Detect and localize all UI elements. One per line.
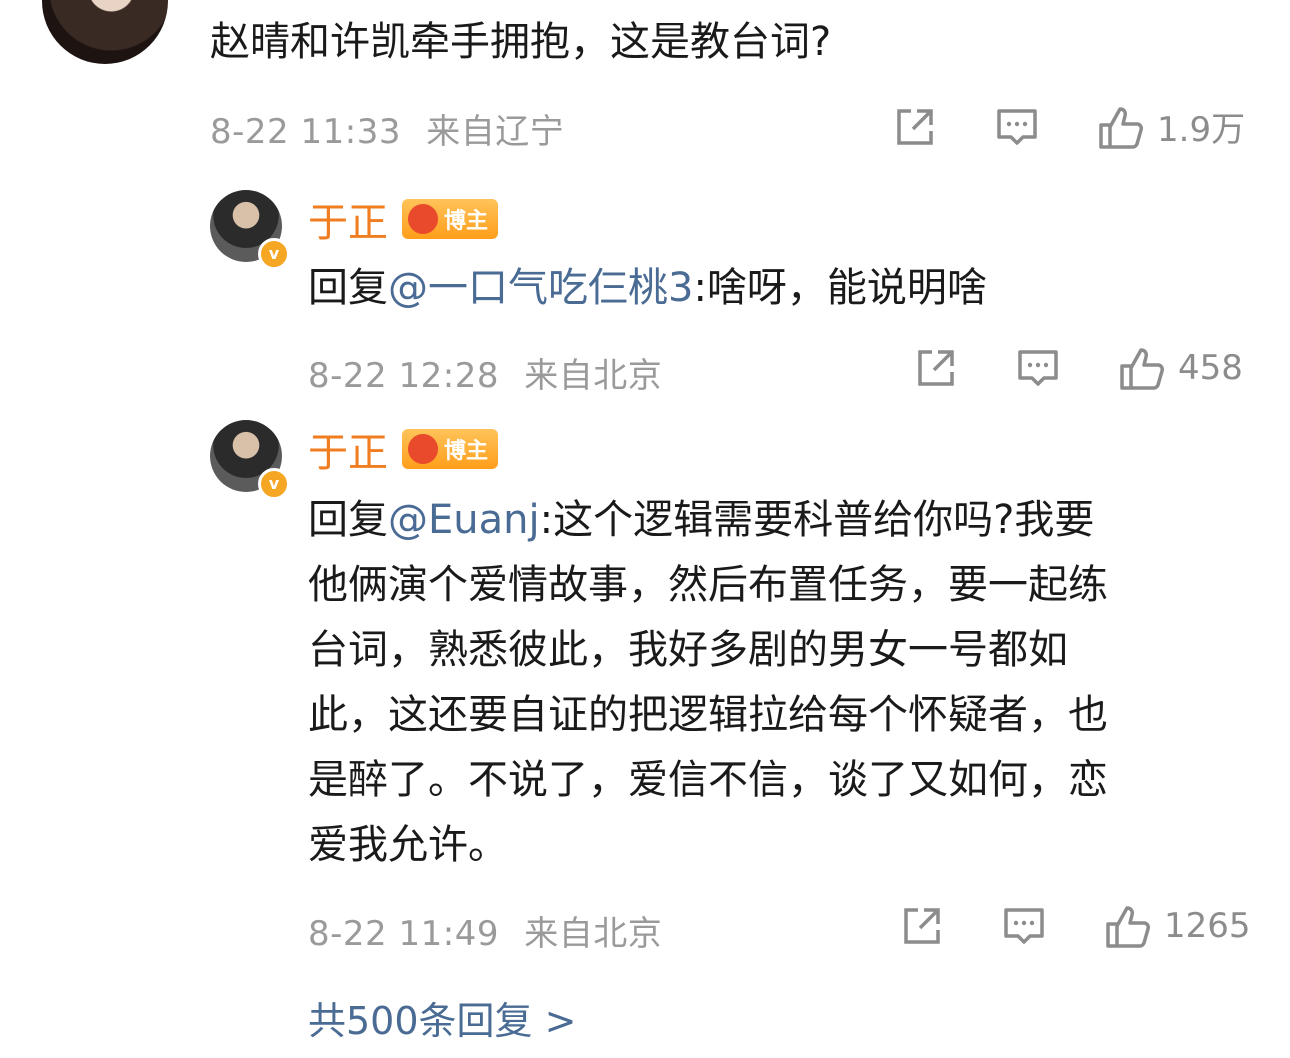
reply-time: 8-22 12:28 xyxy=(308,356,499,396)
like-count: 1265 xyxy=(1164,906,1251,946)
reply-prefix: 回复 xyxy=(308,497,388,543)
like-count: 1.9万 xyxy=(1157,110,1246,150)
more-replies-link[interactable]: 共500条回复 > xyxy=(308,990,576,1045)
main-comment-actions: 1.9万 xyxy=(893,102,1245,151)
badge-label: 博主 xyxy=(444,439,489,464)
reply-line: 是醉了。不说了，爱信不信，谈了又如何，恋 xyxy=(308,757,1108,803)
reply-line: 他俩演个爱情故事，然后布置任务，要一起练 xyxy=(308,562,1108,608)
main-comment-text: 赵晴和许凯牵手拥抱，这是教台词? xyxy=(210,19,832,65)
reply-actions: 1265 xyxy=(900,904,1251,948)
verified-v-icon: v xyxy=(258,468,290,500)
main-comment-meta: 8-22 11:33 来自辽宁 xyxy=(210,104,564,153)
reply-avatar-wrap[interactable]: v xyxy=(210,190,290,270)
reply-avatar-wrap[interactable]: v xyxy=(210,420,290,500)
comment-icon[interactable] xyxy=(1002,904,1046,948)
comment-icon[interactable] xyxy=(1016,346,1060,390)
share-icon[interactable] xyxy=(893,105,937,149)
reply-line: 台词，熟悉彼此，我好多剧的男女一号都如 xyxy=(308,627,1068,673)
reply-username[interactable]: 于正 xyxy=(308,420,388,478)
reply-line: 此，这还要自证的把逻辑拉给每个怀疑者，也 xyxy=(308,692,1108,738)
thumbs-up-icon[interactable] xyxy=(1097,105,1143,149)
commenter-avatar[interactable] xyxy=(42,0,168,64)
reply-text: 回复@一口气吃仨桃3:啥呀，能说明啥 xyxy=(308,260,987,316)
comment-location: 来自辽宁 xyxy=(426,112,565,152)
reply-location: 来自北京 xyxy=(524,914,663,954)
comment-time: 8-22 11:33 xyxy=(210,112,401,152)
reply-header: 于正 博主 xyxy=(308,420,499,478)
mention-link[interactable]: @Euanj xyxy=(388,497,540,543)
verified-v-icon: v xyxy=(258,238,290,270)
reply-body: :啥呀，能说明啥 xyxy=(693,265,987,311)
reply-meta: 8-22 11:49 来自北京 xyxy=(308,906,662,955)
reply-line: 回复@Euanj:这个逻辑需要科普给你吗?我要 xyxy=(308,488,1238,553)
reply-username[interactable]: 于正 xyxy=(308,190,388,248)
reply-body: :这个逻辑需要科普给你吗?我要 xyxy=(539,497,1095,543)
like-count: 458 xyxy=(1178,348,1243,388)
reply-location: 来自北京 xyxy=(524,356,663,396)
share-icon[interactable] xyxy=(900,904,944,948)
mention-link[interactable]: @一口气吃仨桃3 xyxy=(388,265,693,311)
reply-time: 8-22 11:49 xyxy=(308,914,499,954)
blogger-badge: 博主 xyxy=(402,199,499,239)
share-icon[interactable] xyxy=(914,346,958,390)
reply-actions: 458 xyxy=(914,346,1243,390)
thumbs-up-icon[interactable] xyxy=(1104,904,1150,948)
blogger-badge: 博主 xyxy=(402,429,499,469)
thumbs-up-icon[interactable] xyxy=(1118,346,1164,390)
reply-header: 于正 博主 xyxy=(308,190,499,248)
crown-icon xyxy=(408,434,438,464)
badge-label: 博主 xyxy=(444,209,489,234)
reply-meta: 8-22 12:28 来自北京 xyxy=(308,348,662,397)
comment-icon[interactable] xyxy=(995,105,1039,149)
reply-text: 回复@Euanj:这个逻辑需要科普给你吗?我要 他俩演个爱情故事，然后布置任务，… xyxy=(308,488,1238,878)
reply-line: 爱我允许。 xyxy=(308,822,508,868)
reply-prefix: 回复 xyxy=(308,265,388,311)
crown-icon xyxy=(408,204,438,234)
